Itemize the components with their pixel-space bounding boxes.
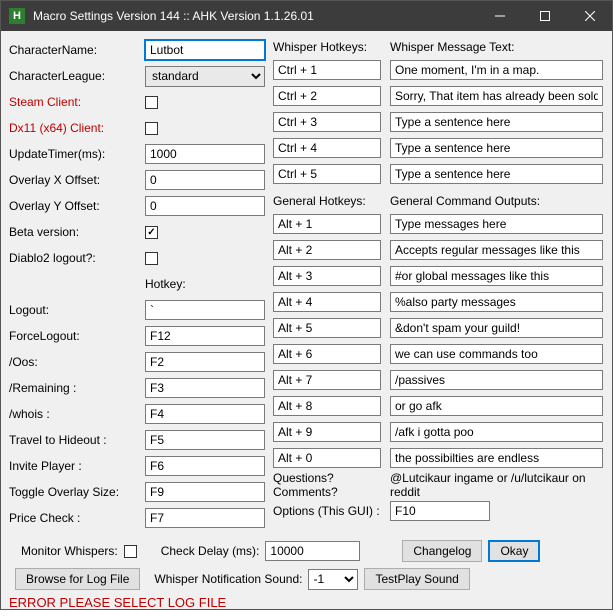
general-hotkey-6[interactable] xyxy=(273,344,381,364)
steam-client-label: Steam Client: xyxy=(9,95,145,109)
window-controls xyxy=(477,1,612,31)
dx11-client-label: Dx11 (x64) Client: xyxy=(9,121,145,135)
beta-version-checkbox[interactable] xyxy=(145,226,158,239)
check-delay-input[interactable] xyxy=(265,541,360,561)
beta-version-label: Beta version: xyxy=(9,225,145,239)
whisper-hotkey-3[interactable] xyxy=(273,112,381,132)
general-output-7[interactable] xyxy=(390,370,603,390)
whois-input[interactable] xyxy=(145,404,265,424)
options-gui-label: Options (This GUI) : xyxy=(273,501,382,521)
titlebar: H Macro Settings Version 144 :: AHK Vers… xyxy=(1,1,612,31)
general-output-2[interactable] xyxy=(390,240,603,260)
general-hotkeys-header: General Hotkeys: xyxy=(273,191,382,211)
questions-label: Questions? Comments? xyxy=(273,475,382,495)
maximize-button[interactable] xyxy=(522,1,567,31)
dx11-client-checkbox[interactable] xyxy=(145,122,158,135)
force-logout-input[interactable] xyxy=(145,326,265,346)
options-gui-input[interactable] xyxy=(390,501,490,521)
logout-input[interactable] xyxy=(145,300,265,320)
general-output-1[interactable] xyxy=(390,214,603,234)
hotkey-header: Hotkey: xyxy=(145,277,186,291)
check-delay-label: Check Delay (ms): xyxy=(161,544,260,558)
window-title: Macro Settings Version 144 :: AHK Versio… xyxy=(33,9,477,23)
whisper-message-5[interactable] xyxy=(390,164,603,184)
questions-value: @Lutcikaur ingame or /u/lutcikaur on red… xyxy=(390,471,604,499)
character-name-label: CharacterName: xyxy=(9,43,145,57)
invite-player-label: Invite Player : xyxy=(9,459,145,473)
testplay-sound-button[interactable]: TestPlay Sound xyxy=(364,568,469,590)
general-output-5[interactable] xyxy=(390,318,603,338)
general-output-9[interactable] xyxy=(390,422,603,442)
remaining-input[interactable] xyxy=(145,378,265,398)
changelog-button[interactable]: Changelog xyxy=(402,540,482,562)
bottom-area: Monitor Whispers: Check Delay (ms): Chan… xyxy=(1,537,612,616)
travel-hideout-input[interactable] xyxy=(145,430,265,450)
general-hotkey-2[interactable] xyxy=(273,240,381,260)
general-hotkey-4[interactable] xyxy=(273,292,381,312)
whisper-message-4[interactable] xyxy=(390,138,603,158)
update-timer-label: UpdateTimer(ms): xyxy=(9,147,145,161)
whisper-sound-label: Whisper Notification Sound: xyxy=(154,572,302,586)
general-hotkey-5[interactable] xyxy=(273,318,381,338)
general-outputs-header: General Command Outputs: xyxy=(390,191,604,211)
diablo2-logout-label: Diablo2 logout?: xyxy=(9,251,145,265)
logout-label: Logout: xyxy=(9,303,145,317)
error-message: ERROR PLEASE SELECT LOG FILE xyxy=(9,593,604,610)
left-column: CharacterName: CharacterLeague:standard … xyxy=(9,37,265,531)
okay-button[interactable]: Okay xyxy=(488,540,540,562)
whisper-sound-select[interactable]: -1 xyxy=(308,569,358,590)
whisper-hotkey-1[interactable] xyxy=(273,60,381,80)
toggle-overlay-input[interactable] xyxy=(145,482,265,502)
content-area: CharacterName: CharacterLeague:standard … xyxy=(1,31,612,537)
general-hotkey-10[interactable] xyxy=(273,448,381,468)
general-hotkey-9[interactable] xyxy=(273,422,381,442)
character-league-label: CharacterLeague: xyxy=(9,69,145,83)
overlay-y-input[interactable] xyxy=(145,196,265,216)
overlay-x-input[interactable] xyxy=(145,170,265,190)
app-window: H Macro Settings Version 144 :: AHK Vers… xyxy=(0,0,613,610)
general-output-3[interactable] xyxy=(390,266,603,286)
whisper-message-2[interactable] xyxy=(390,86,603,106)
hotkeys-column: Whisper Hotkeys: General Hotkeys: Questi… xyxy=(273,37,382,531)
browse-log-button[interactable]: Browse for Log File xyxy=(15,568,140,590)
whisper-hotkey-4[interactable] xyxy=(273,138,381,158)
whisper-message-3[interactable] xyxy=(390,112,603,132)
invite-player-input[interactable] xyxy=(145,456,265,476)
general-hotkey-8[interactable] xyxy=(273,396,381,416)
oos-label: /Oos: xyxy=(9,355,145,369)
whisper-hotkeys-header: Whisper Hotkeys: xyxy=(273,37,382,57)
general-output-10[interactable] xyxy=(390,448,603,468)
oos-input[interactable] xyxy=(145,352,265,372)
update-timer-input[interactable] xyxy=(145,144,265,164)
steam-client-checkbox[interactable] xyxy=(145,96,158,109)
monitor-whispers-label: Monitor Whispers: xyxy=(21,544,118,558)
general-output-6[interactable] xyxy=(390,344,603,364)
app-icon: H xyxy=(9,8,25,24)
general-hotkey-7[interactable] xyxy=(273,370,381,390)
remaining-label: /Remaining : xyxy=(9,381,145,395)
general-output-4[interactable] xyxy=(390,292,603,312)
messages-column: Whisper Message Text: General Command Ou… xyxy=(390,37,604,531)
whois-label: /whois : xyxy=(9,407,145,421)
force-logout-label: ForceLogout: xyxy=(9,329,145,343)
whisper-hotkey-5[interactable] xyxy=(273,164,381,184)
price-check-input[interactable] xyxy=(145,508,265,528)
overlay-y-label: Overlay Y Offset: xyxy=(9,199,145,213)
whisper-hotkey-2[interactable] xyxy=(273,86,381,106)
monitor-whispers-checkbox[interactable] xyxy=(124,545,137,558)
whisper-message-header: Whisper Message Text: xyxy=(390,37,604,57)
close-button[interactable] xyxy=(567,1,612,31)
character-name-input[interactable] xyxy=(145,40,265,60)
general-hotkey-3[interactable] xyxy=(273,266,381,286)
general-hotkey-1[interactable] xyxy=(273,214,381,234)
character-league-select[interactable]: standard xyxy=(145,66,265,87)
minimize-button[interactable] xyxy=(477,1,522,31)
diablo2-logout-checkbox[interactable] xyxy=(145,252,158,265)
general-output-8[interactable] xyxy=(390,396,603,416)
overlay-x-label: Overlay X Offset: xyxy=(9,173,145,187)
whisper-message-1[interactable] xyxy=(390,60,603,80)
travel-hideout-label: Travel to Hideout : xyxy=(9,433,145,447)
toggle-overlay-label: Toggle Overlay Size: xyxy=(9,485,145,499)
price-check-label: Price Check : xyxy=(9,511,145,525)
